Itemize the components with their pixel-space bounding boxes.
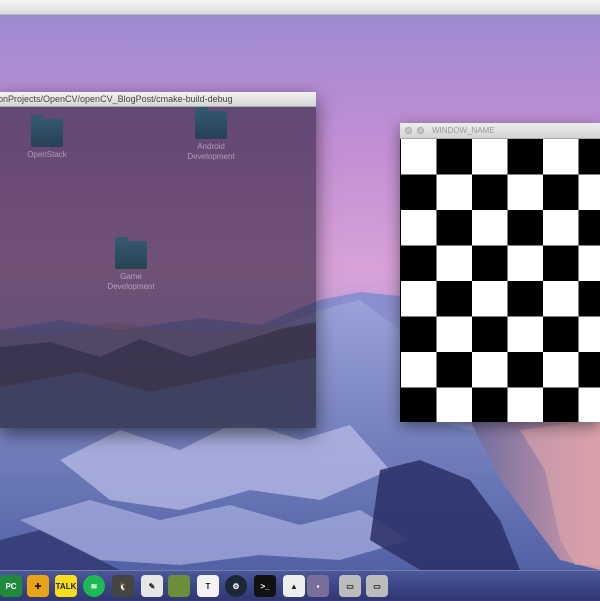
checker-square xyxy=(543,317,579,353)
checker-square xyxy=(543,352,579,388)
checker-square xyxy=(508,388,544,423)
checker-square xyxy=(401,281,437,317)
folder-openstack[interactable]: OpenStack xyxy=(12,119,82,160)
checker-square xyxy=(472,139,508,175)
steam-icon[interactable]: ⚙ xyxy=(225,575,247,597)
checker-square xyxy=(579,388,600,423)
checker-square xyxy=(472,281,508,317)
checker-square xyxy=(437,317,473,353)
checker-square xyxy=(472,246,508,282)
dock: PC✚ TALK ≋ 🐧 ✎ T ⚙ >_ ▲▪ ▭▭ xyxy=(0,570,600,601)
checker-square xyxy=(472,317,508,353)
checkerboard-image xyxy=(400,139,600,422)
penguin-app-icon[interactable]: 🐧 xyxy=(112,575,134,597)
folder-label: OpenStack xyxy=(12,150,82,160)
checker-square xyxy=(437,175,473,211)
terminal-icon[interactable]: >_ xyxy=(254,575,276,597)
folder-label: Game Development xyxy=(105,272,157,292)
checker-square xyxy=(579,175,600,211)
small-app-icon[interactable]: ▪ xyxy=(307,575,329,597)
folder-icon xyxy=(195,111,227,139)
opencv-window-titlebar[interactable]: WINDOW_NAME xyxy=(400,123,600,139)
checker-square xyxy=(401,210,437,246)
drive-icon-2[interactable]: ▭ xyxy=(366,575,388,597)
desktop-folder-window[interactable]: onProjects/OpenCV/openCV_BlogPost/cmake-… xyxy=(0,92,316,428)
checker-square xyxy=(472,210,508,246)
pycharm-icon[interactable]: PC xyxy=(0,575,22,597)
checker-square xyxy=(579,317,600,353)
checker-square xyxy=(437,139,473,175)
folder-icon xyxy=(115,241,147,269)
checker-square xyxy=(401,388,437,423)
minimize-button[interactable] xyxy=(417,127,424,134)
checkerboard-canvas xyxy=(401,139,600,422)
checker-square xyxy=(401,317,437,353)
checker-square xyxy=(543,281,579,317)
desktop-window-body: OpenStack Android Development Game Devel… xyxy=(0,107,316,428)
checker-square xyxy=(543,139,579,175)
drive-icon-1[interactable]: ▭ xyxy=(339,575,361,597)
checker-square xyxy=(437,388,473,423)
folder-android-development[interactable]: Android Development xyxy=(176,111,246,162)
checker-square xyxy=(472,352,508,388)
checker-square xyxy=(401,139,437,175)
opencv-window-title: WINDOW_NAME xyxy=(432,123,495,138)
checker-square xyxy=(508,281,544,317)
kakaotalk-icon[interactable]: TALK xyxy=(55,575,77,597)
checker-square xyxy=(579,246,600,282)
checker-square xyxy=(401,246,437,282)
checker-square xyxy=(508,210,544,246)
checker-square xyxy=(508,175,544,211)
desktop-window-titlebar[interactable]: onProjects/OpenCV/openCV_BlogPost/cmake-… xyxy=(0,92,316,107)
checker-square xyxy=(508,352,544,388)
checker-square xyxy=(508,139,544,175)
grid-app-icon[interactable]: ✚ xyxy=(27,575,49,597)
pencil-app-icon[interactable]: ✎ xyxy=(141,575,163,597)
preview-icon[interactable]: ▲ xyxy=(283,575,305,597)
close-button[interactable] xyxy=(405,127,412,134)
checker-square xyxy=(401,352,437,388)
checker-square xyxy=(437,210,473,246)
opencv-image-window[interactable]: WINDOW_NAME xyxy=(400,123,600,422)
folder-label: Android Development xyxy=(185,142,237,162)
menu-bar xyxy=(0,0,600,15)
typora-icon[interactable]: T xyxy=(197,575,219,597)
checker-square xyxy=(579,281,600,317)
checker-square xyxy=(401,175,437,211)
spotify-icon[interactable]: ≋ xyxy=(83,575,105,597)
checker-square xyxy=(543,175,579,211)
checker-square xyxy=(543,388,579,423)
checker-square xyxy=(472,175,508,211)
checker-square xyxy=(543,246,579,282)
code-editor-icon[interactable] xyxy=(168,575,190,597)
checker-square xyxy=(579,210,600,246)
folder-game-development[interactable]: Game Development xyxy=(96,241,166,292)
checker-square xyxy=(437,281,473,317)
checker-square xyxy=(437,246,473,282)
folder-icon xyxy=(31,119,63,147)
checker-square xyxy=(508,317,544,353)
checker-square xyxy=(579,139,600,175)
checker-square xyxy=(508,246,544,282)
checker-square xyxy=(543,210,579,246)
checker-square xyxy=(472,388,508,423)
checker-square xyxy=(437,352,473,388)
desktop-window-path: onProjects/OpenCV/openCV_BlogPost/cmake-… xyxy=(0,92,233,106)
checker-square xyxy=(579,352,600,388)
